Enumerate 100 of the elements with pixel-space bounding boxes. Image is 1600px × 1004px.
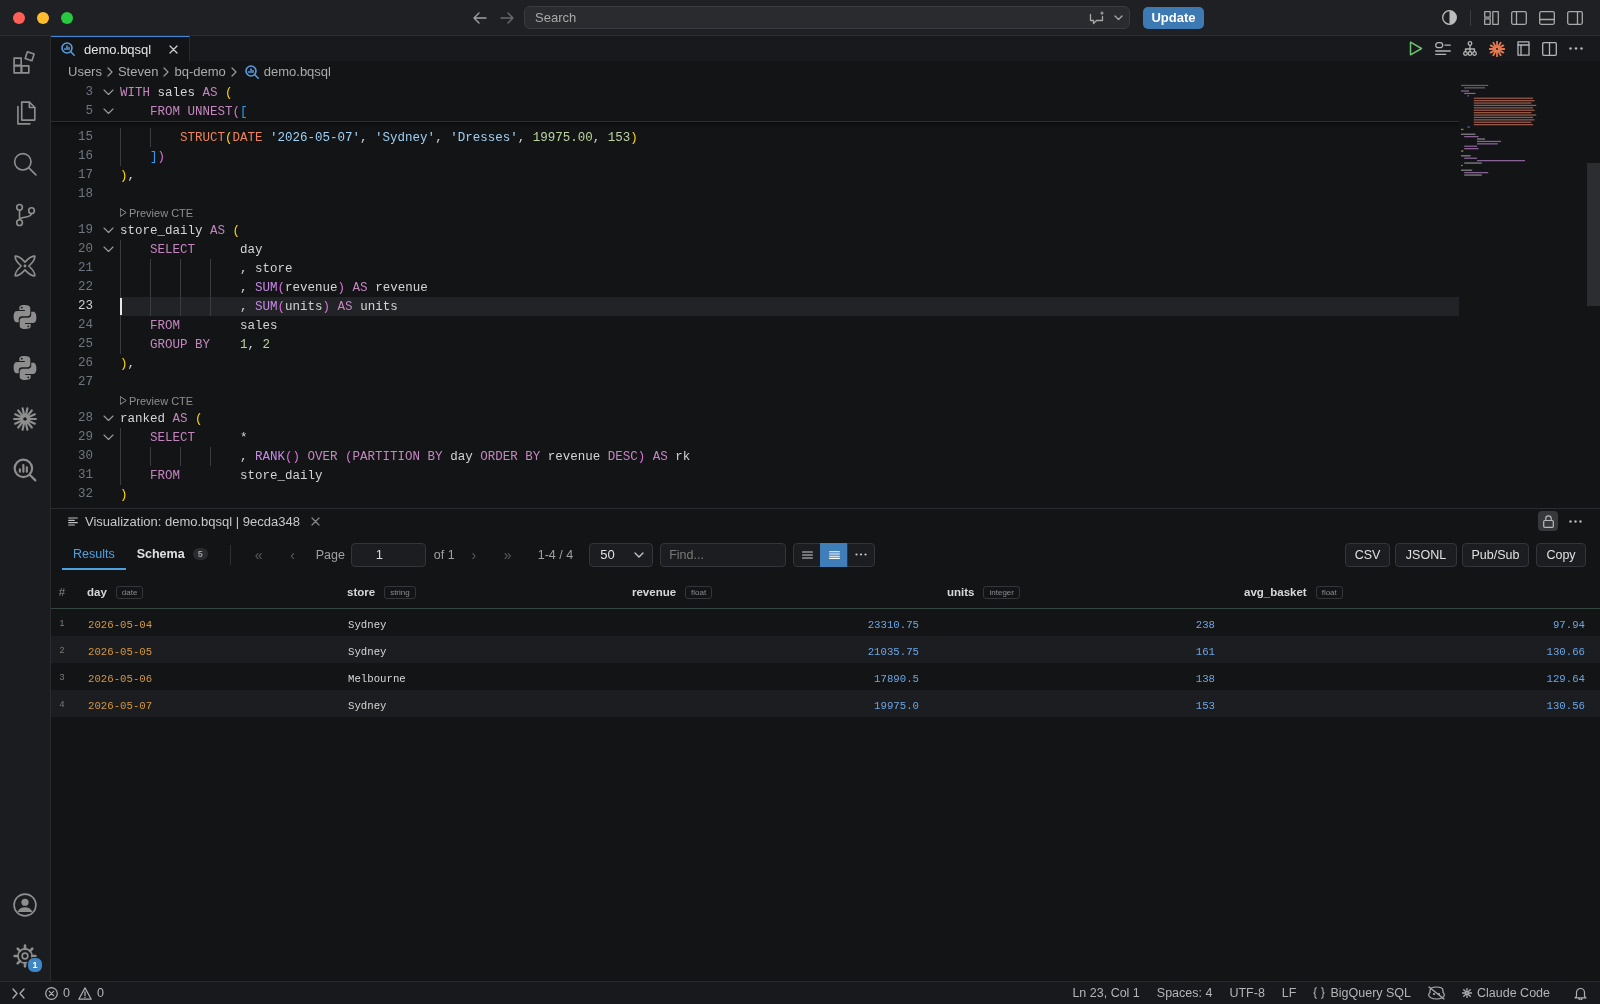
warning-count[interactable]: 0 bbox=[96, 986, 104, 1000]
sidebar-right-icon[interactable] bbox=[1567, 10, 1583, 25]
breadcrumb-item[interactable]: demo.bqsql bbox=[263, 64, 331, 79]
list-lines-icon[interactable] bbox=[1435, 42, 1451, 55]
list-icon bbox=[801, 550, 813, 559]
chevron-down-icon[interactable] bbox=[102, 415, 114, 422]
panel-tab[interactable]: Results bbox=[62, 539, 126, 570]
sidebar-left-icon[interactable] bbox=[1511, 10, 1527, 25]
search-icon[interactable] bbox=[13, 151, 37, 176]
panel-title[interactable]: Visualization: demo.bqsql | 9ecda348 bbox=[85, 513, 300, 529]
account-icon[interactable] bbox=[13, 892, 37, 917]
code-line: SELECT * bbox=[150, 430, 248, 445]
code-lens-link[interactable]: Preview CTE bbox=[129, 206, 194, 219]
close-icon[interactable] bbox=[310, 516, 320, 526]
page-size-select[interactable]: 50 bbox=[589, 542, 654, 567]
status-item[interactable]: LF bbox=[1281, 986, 1297, 1000]
python-logo-icon[interactable] bbox=[13, 355, 37, 380]
more-icon[interactable] bbox=[1569, 47, 1583, 50]
export-button[interactable]: Copy bbox=[1536, 542, 1586, 567]
column-header[interactable]: units bbox=[947, 586, 975, 598]
blocks-icon[interactable] bbox=[13, 49, 37, 74]
column-type-tag: string bbox=[384, 585, 416, 599]
braces-icon[interactable] bbox=[1313, 987, 1326, 999]
table-cell: Sydney bbox=[348, 645, 387, 658]
breadcrumb-item[interactable]: Steven bbox=[117, 64, 159, 79]
lock-button[interactable] bbox=[1538, 511, 1558, 531]
remote-icon[interactable] bbox=[12, 987, 25, 999]
window-zoom-button[interactable] bbox=[61, 11, 73, 24]
half-circle-icon[interactable] bbox=[1442, 10, 1457, 25]
error-count[interactable]: 0 bbox=[63, 986, 70, 1000]
code-line: ranked AS ( bbox=[120, 411, 203, 426]
status-item[interactable]: UTF-8 bbox=[1229, 986, 1265, 1000]
close-icon[interactable] bbox=[169, 44, 178, 54]
table-cell: 2026-05-05 bbox=[88, 645, 153, 658]
table-cell: 161 bbox=[1195, 645, 1215, 658]
starburst-icon[interactable] bbox=[13, 406, 37, 431]
language-mode[interactable]: BigQuery SQL bbox=[1330, 986, 1412, 1000]
table-cell: 2026-05-04 bbox=[88, 618, 153, 631]
status-item[interactable]: Spaces: 4 bbox=[1156, 986, 1213, 1000]
chevron-down-icon[interactable] bbox=[102, 246, 114, 253]
error-icon[interactable] bbox=[45, 986, 58, 1000]
panel-tab[interactable]: Schema 5 bbox=[125, 539, 219, 570]
column-header[interactable]: revenue bbox=[632, 586, 677, 598]
export-button[interactable]: JSONL bbox=[1395, 542, 1457, 567]
chevron-down-icon[interactable] bbox=[102, 227, 114, 234]
four-point-star-icon[interactable] bbox=[13, 253, 37, 278]
chevron-down-icon[interactable] bbox=[102, 108, 114, 115]
column-header[interactable]: store bbox=[347, 586, 376, 598]
line-number: 30 bbox=[77, 448, 93, 465]
view-mode-button[interactable] bbox=[820, 542, 849, 567]
status-item[interactable]: Ln 23, Col 1 bbox=[1072, 986, 1140, 1000]
column-type-tag: float bbox=[1315, 585, 1343, 599]
hierarchy-icon[interactable] bbox=[1463, 41, 1477, 56]
settings-icon[interactable] bbox=[13, 943, 37, 968]
code-line: ]) bbox=[150, 149, 166, 164]
table-cell: Sydney bbox=[348, 699, 387, 712]
chevron-down-icon[interactable] bbox=[102, 89, 114, 96]
breadcrumb-item[interactable]: Users bbox=[68, 64, 102, 79]
play-icon[interactable] bbox=[1409, 41, 1423, 56]
export-button[interactable]: CSV bbox=[1345, 542, 1390, 567]
chevron-down-icon[interactable] bbox=[102, 434, 114, 441]
assistant-status[interactable]: Claude Code bbox=[1477, 986, 1550, 1000]
column-header[interactable]: # bbox=[58, 586, 66, 598]
bell-icon[interactable] bbox=[1574, 986, 1587, 1000]
notebook-icon[interactable] bbox=[1517, 41, 1530, 56]
window-minimize-button[interactable] bbox=[37, 11, 49, 24]
play-outline-icon[interactable] bbox=[120, 396, 127, 405]
breadcrumb-item[interactable]: bq-demo bbox=[174, 64, 226, 79]
search-field[interactable]: Search bbox=[524, 6, 1130, 29]
page-input[interactable]: 1 bbox=[350, 542, 426, 567]
warning-icon[interactable] bbox=[77, 986, 92, 1000]
caret-down-icon[interactable] bbox=[1114, 14, 1123, 21]
sparkle-burst-icon[interactable] bbox=[1489, 40, 1505, 57]
export-button[interactable]: Pub/Sub bbox=[1462, 542, 1529, 567]
python-logo-icon[interactable] bbox=[13, 304, 37, 329]
tab-label: demo.bqsql bbox=[84, 41, 152, 57]
forward-arrow-icon[interactable] bbox=[500, 11, 514, 24]
column-header[interactable]: avg_basket bbox=[1244, 586, 1307, 598]
update-button[interactable]: Update bbox=[1143, 6, 1204, 29]
layout-grid-icon[interactable] bbox=[1484, 10, 1499, 25]
find-field[interactable]: Find... bbox=[660, 542, 787, 567]
line-number: 5 bbox=[84, 103, 93, 120]
editor-tab[interactable]: demo.bqsql bbox=[51, 36, 190, 61]
window-close-button[interactable] bbox=[13, 11, 25, 24]
panel-bottom-icon[interactable] bbox=[1539, 10, 1555, 25]
chat-sparkle-icon[interactable] bbox=[1089, 10, 1106, 25]
column-type-tag: integer bbox=[983, 585, 1020, 599]
chart-search-icon[interactable] bbox=[13, 457, 37, 482]
more-icon[interactable] bbox=[1569, 519, 1582, 523]
code-lens-link[interactable]: Preview CTE bbox=[129, 394, 194, 407]
branch-icon[interactable] bbox=[13, 202, 37, 227]
scrollbar-thumb[interactable] bbox=[1587, 163, 1600, 306]
asterisk-icon[interactable] bbox=[1462, 988, 1473, 998]
split-editor-icon[interactable] bbox=[1542, 41, 1557, 56]
play-outline-icon[interactable] bbox=[120, 208, 127, 217]
back-arrow-icon[interactable] bbox=[473, 11, 487, 24]
line-number: 29 bbox=[77, 429, 93, 446]
column-header[interactable]: day bbox=[87, 586, 107, 598]
code-line: FROM UNNEST([ bbox=[150, 104, 248, 119]
goggles-icon[interactable] bbox=[1428, 986, 1446, 1000]
